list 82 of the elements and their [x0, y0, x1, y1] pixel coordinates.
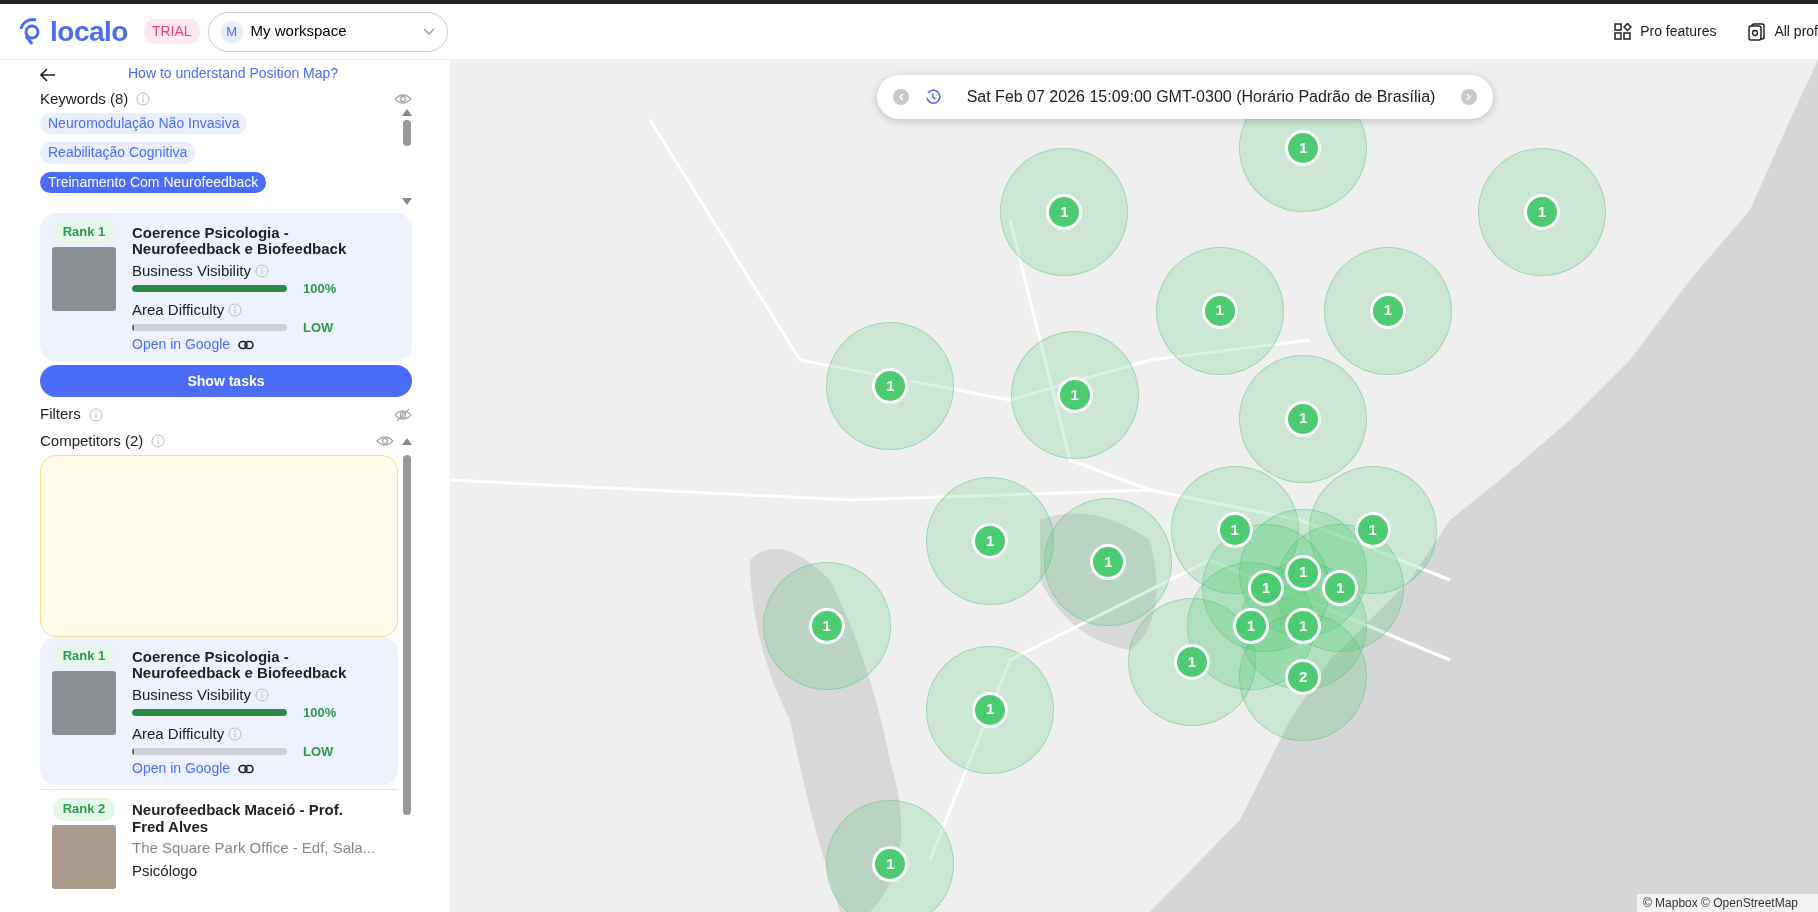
map-marker[interactable]: 1 [1369, 292, 1406, 329]
show-tasks-button[interactable]: Show tasks [40, 365, 412, 398]
map-marker[interactable]: 1 [872, 368, 909, 405]
help-link[interactable]: How to understand Position Map? [104, 65, 339, 83]
business-category: Psicólogo [132, 862, 199, 881]
rank-badge: Rank 1 [52, 644, 116, 667]
visibility-value: 100% [303, 704, 337, 721]
business-address: The Square Park Office - Edf, Sala... [132, 839, 376, 858]
map-marker[interactable]: 1 [1248, 569, 1285, 606]
map-marker[interactable]: 1 [1285, 400, 1322, 437]
section-title: Competitors (2) [40, 432, 144, 451]
history-icon [925, 89, 941, 105]
logo-text: localo [50, 14, 128, 49]
map-marker[interactable]: 1 [1354, 511, 1391, 548]
info-icon [228, 727, 243, 742]
info-icon [136, 92, 151, 107]
chevron-right-icon [1466, 93, 1472, 101]
difficulty-label: Area Difficulty [132, 300, 225, 320]
info-icon [228, 303, 243, 318]
open-in-google-link[interactable]: Open in Google [132, 759, 231, 778]
rank-badge: Rank 1 [52, 220, 116, 243]
map-marker[interactable]: 1 [1322, 569, 1359, 606]
eye-slash-icon[interactable] [394, 407, 412, 422]
chevron-left-icon [898, 93, 904, 101]
map-marker[interactable]: 1 [1285, 554, 1322, 591]
photo-placeholder [52, 247, 116, 311]
map-marker[interactable]: 1 [1285, 608, 1322, 645]
visibility-label: Business Visibility [132, 685, 251, 705]
document-icon [1748, 22, 1767, 41]
map-marker[interactable]: 1 [972, 523, 1009, 560]
difficulty-value: LOW [303, 743, 334, 760]
scrollbar[interactable] [402, 108, 412, 205]
business-name: Neurofeedback Maceió - Prof. Fred Alves [132, 802, 344, 836]
nav-link[interactable]: Pro features [1614, 21, 1717, 42]
photo-placeholder [52, 824, 116, 889]
workspace-dropdown[interactable]: M My workspace [207, 11, 448, 52]
previous-button[interactable] [893, 89, 909, 105]
map-marker[interactable]: 1 [1233, 608, 1269, 645]
scroll-up-arrow-icon[interactable] [402, 437, 412, 445]
map-marker[interactable]: 1 [1285, 130, 1322, 167]
eye-icon[interactable] [394, 92, 412, 107]
info-icon [151, 434, 166, 449]
keyword-chip[interactable]: Reabilitação Cognitiva [40, 142, 196, 164]
info-icon [254, 688, 269, 703]
business-card[interactable]: Rank 1 Coerence Psicologia - Neurofeedback e Biofeedback Business Visibility 100% Area Difficulty LOW Open in Google [40, 636, 398, 786]
difficulty-label: Area Difficulty [132, 724, 225, 744]
visibility-label: Business Visibility [132, 261, 251, 281]
link-icon [238, 763, 255, 774]
section-title: Filters [40, 405, 81, 424]
keyword-chip[interactable]: Neuromodulação Não Invasiva [40, 112, 248, 135]
date-text: Sat Feb 07 2026 15:09:00 GMT-0300 (Horário Padrão de Brasília) [965, 87, 1437, 107]
grid-icon [1614, 22, 1633, 41]
visibility-value: 100% [303, 280, 337, 297]
business-name: Coerence Psicologia - Neurofeedback e Biofeedback [132, 648, 348, 682]
rank-badge: Rank 2 [52, 798, 116, 821]
map-marker[interactable]: 1 [1173, 644, 1210, 680]
back-arrow-icon [40, 67, 56, 82]
map-attribution: © Mapbox © OpenStreetMap [1636, 894, 1818, 912]
keyword-chip[interactable]: Treinamento Com Neurofeedback [40, 171, 267, 194]
map-marker[interactable]: 1 [1056, 377, 1093, 414]
map-marker[interactable]: 2 [1285, 659, 1322, 696]
section-title: Keywords (8) [40, 90, 129, 109]
map-marker[interactable]: 1 [1524, 194, 1560, 231]
next-button[interactable] [1461, 89, 1477, 105]
business-name: Coerence Psicologia - Neurofeedback e Biofeedback [132, 224, 348, 258]
chevron-down-icon [422, 27, 435, 36]
eye-icon[interactable] [376, 434, 394, 449]
open-in-google-link[interactable]: Open in Google [132, 335, 231, 354]
workspace-avatar: M [220, 20, 243, 43]
map-marker[interactable]: 1 [1216, 511, 1253, 548]
difficulty-value: LOW [303, 319, 334, 336]
link-icon [238, 339, 255, 350]
trial-badge: TRIAL [143, 19, 200, 44]
nav-link[interactable]: All prof [1748, 21, 1818, 42]
info-icon [254, 264, 269, 279]
map[interactable]: 1 1 1 1 1 1 1 1 1 1 1 1 1 1 1 1 1 1 1 2 1 1 Sat Feb 07 2026 15:09:00 GMT-0300 (Horário Padrão de Brasília) © Mapbox © OpenStreetMap [450, 60, 1818, 912]
map-marker[interactable]: 1 [1046, 194, 1083, 231]
map-marker[interactable]: 1 [972, 691, 1009, 728]
workspace-name: My workspace [250, 21, 348, 42]
photo-placeholder [52, 671, 116, 735]
info-icon [88, 407, 103, 422]
map-marker[interactable]: 1 [1201, 292, 1238, 329]
